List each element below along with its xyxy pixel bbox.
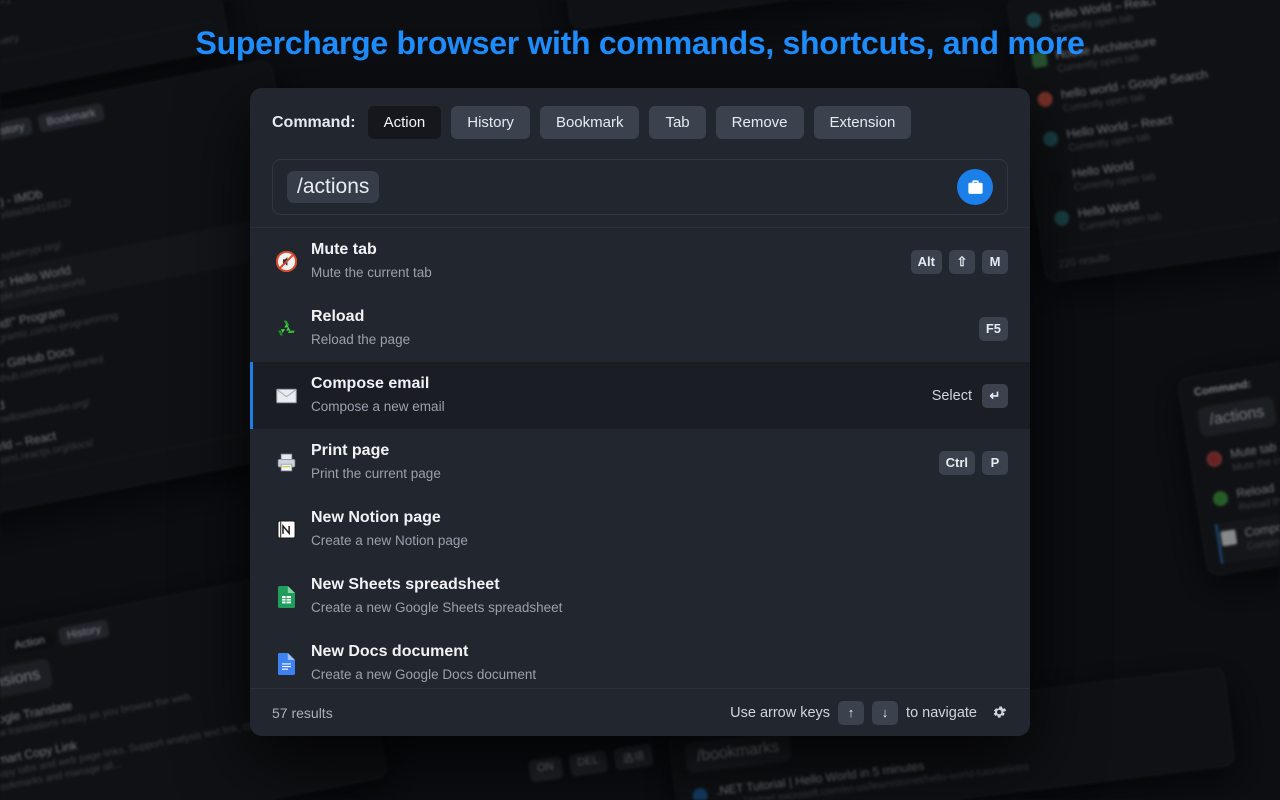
mode-chip-history[interactable]: History: [451, 106, 530, 139]
google-sheets-icon: [275, 585, 297, 608]
command-subtitle: Create a new Google Sheets spreadsheet: [311, 600, 563, 616]
shortcut-group: Ctrl P: [938, 450, 1008, 475]
notion-icon: [275, 519, 297, 541]
mute-tab-icon: [1205, 450, 1223, 468]
options-button: 选项: [613, 743, 654, 771]
mute-tab-icon: [275, 251, 297, 273]
list-item: Hello World https://helloworld.raspberry…: [0, 240, 63, 280]
command-row-print-page[interactable]: Print page Print the current page Ctrl P: [250, 429, 1030, 496]
gear-icon[interactable]: [991, 704, 1008, 721]
command-title: New Docs document: [311, 643, 469, 661]
command-label: Command:: [0, 643, 1, 666]
search-bar[interactable]: /actions: [272, 159, 1008, 215]
query-token: /bookmarks: [684, 730, 792, 774]
kbd-alt: Alt: [910, 249, 942, 274]
select-hint: Select ↵: [931, 383, 1008, 408]
del-button: DEL: [568, 749, 609, 777]
mode-chip-remove[interactable]: Remove: [715, 106, 804, 139]
query-token: /actions: [1196, 395, 1278, 438]
envelope-icon: [275, 385, 297, 407]
shortcut-group: F5: [978, 316, 1008, 341]
command-title: Print page: [311, 442, 390, 460]
list-item: (Music) sites and manage all...: [0, 730, 372, 800]
reload-icon: [1211, 490, 1230, 508]
mode-chip-action[interactable]: Action: [367, 106, 442, 139]
command-row-new-sheets-spreadsheet[interactable]: New Sheets spreadsheet Create a new Goog…: [250, 563, 1030, 630]
command-row-compose-email[interactable]: Compose email Compose a new email Select…: [250, 362, 1030, 429]
command-label: Command:: [272, 113, 356, 131]
react-icon: [1042, 130, 1060, 148]
command-mode-bar: Command: Action History Bookmark Tab Rem…: [250, 88, 1030, 139]
select-label: Select: [931, 387, 972, 404]
google-docs-icon: [275, 652, 297, 675]
list-item: Hello World Currently open tab: [1050, 149, 1280, 244]
mode-chip-bookmark[interactable]: Bookmark: [539, 106, 640, 139]
command-subtitle: Reload the page: [311, 332, 411, 348]
kbd-ctrl: Ctrl: [938, 450, 975, 475]
results-count: 57 results: [272, 704, 333, 721]
command-row-mute-tab[interactable]: Mute tab Mute the current tab Alt ⇧ M: [250, 228, 1030, 295]
nav-hint: to navigate: [581, 0, 1021, 19]
command-row-reload[interactable]: Reload Reload the page F5: [250, 295, 1030, 362]
background-actions-panel: Command: /actions Mute tab Mute the curr…: [1176, 315, 1280, 578]
command-label: Command:: [1193, 378, 1252, 399]
command-subtitle: Create a new Google Docs document: [311, 667, 537, 683]
mode-chip-extension[interactable]: Extension: [813, 106, 912, 139]
command-title: Reload: [311, 308, 365, 326]
kbd-m: M: [982, 249, 1008, 274]
nav-hint-before: Use arrow keys: [730, 704, 831, 721]
kbd-f5: F5: [978, 316, 1008, 341]
kbd-p: P: [982, 450, 1008, 475]
kbd-arrow-up[interactable]: ↑: [838, 700, 865, 725]
envelope-icon: [1220, 529, 1238, 547]
github-icon: [1047, 170, 1065, 188]
command-subtitle: Mute the current tab: [311, 265, 432, 281]
command-palette: Command: Action History Bookmark Tab Rem…: [250, 88, 1030, 736]
google-icon: [1036, 90, 1054, 108]
list-item: Reload Reload the page: [1209, 427, 1280, 524]
background-small-buttons: ON DEL 选项: [513, 732, 669, 795]
kbd-arrow-down[interactable]: ↓: [872, 700, 899, 725]
command-row-new-notion-page[interactable]: New Notion page Create a new Notion page: [250, 496, 1030, 563]
results-count: 220 results: [1056, 195, 1280, 271]
nav-hint-after: to navigate: [906, 704, 977, 721]
bookmark-icon: [691, 787, 709, 800]
list-item: Compose email Compose a new email: [1215, 466, 1280, 564]
mode-chip-tab[interactable]: Tab: [649, 106, 706, 139]
kbd-shift: ⇧: [949, 249, 975, 274]
twitch-icon: [1053, 209, 1071, 227]
shortcut-group: Alt ⇧ M: [910, 249, 1008, 274]
list-item: Hello World – React Currently open tab: [1039, 69, 1280, 164]
query-token: /extensions: [0, 657, 54, 707]
command-row-new-docs-document[interactable]: New Docs document Create a new Google Do…: [250, 630, 1030, 688]
command-subtitle: Compose a new email: [311, 399, 445, 415]
mode-chip: History: [0, 116, 34, 144]
command-title: Mute tab: [311, 241, 377, 259]
palette-footer: 57 results Use arrow keys ↑ ↓ to navigat…: [250, 688, 1030, 736]
mode-chip: Bookmark: [37, 102, 105, 133]
search-input[interactable]: [389, 176, 947, 198]
printer-icon: [275, 452, 297, 474]
on-button: ON: [528, 756, 564, 783]
command-subtitle: Create a new Notion page: [311, 533, 468, 549]
list-item: Hello World Currently open tab: [1045, 109, 1280, 204]
list-item: Mute tab Mute the current tab: [1203, 387, 1280, 484]
nav-hint: Use arrow keys ↑ ↓ to navigate: [730, 700, 1008, 725]
list-item: Hello World (2019) - IMDb https://www.im…: [0, 186, 73, 240]
mode-chip: History: [57, 618, 111, 647]
command-title: New Notion page: [311, 509, 441, 527]
reload-icon: [275, 318, 297, 340]
kbd-enter: ↵: [982, 383, 1008, 408]
search-mode-token[interactable]: /actions: [287, 171, 380, 203]
toolbox-icon[interactable]: [957, 169, 993, 205]
mode-chip: Action: [5, 629, 55, 657]
command-title: New Sheets spreadsheet: [311, 576, 500, 594]
page-headline: Supercharge browser with commands, short…: [195, 25, 1085, 61]
command-subtitle: Print the current page: [311, 466, 441, 482]
command-list: Mute tab Mute the current tab Alt ⇧ M Re…: [250, 227, 1030, 688]
command-title: Compose email: [311, 375, 430, 393]
